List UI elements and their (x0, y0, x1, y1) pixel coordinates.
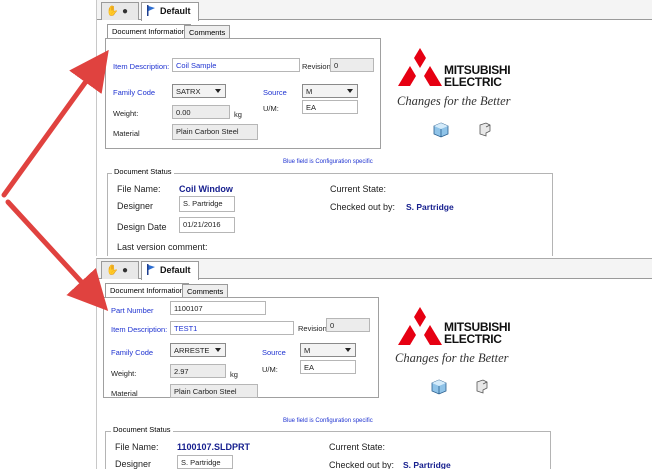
current-state-label: Current State: (329, 442, 386, 452)
material-field[interactable]: Plain Carbon Steel (172, 124, 258, 140)
tab-display-options[interactable]: ✋ ● (101, 261, 139, 279)
design-date-field[interactable]: 01/21/2016 (179, 217, 235, 233)
file-name-label: File Name: (115, 442, 159, 452)
um-label: U/M: (263, 104, 279, 113)
source-value: M (306, 87, 313, 96)
checked-out-value: S. Partridge (403, 460, 451, 469)
brand-tagline: Changes for the Better (395, 351, 509, 365)
file-name-value: Coil Window (179, 184, 233, 194)
brand-tagline: Changes for the Better (397, 94, 511, 108)
checked-out-value: S. Partridge (406, 202, 454, 212)
last-version-comment-label: Last version comment: (117, 242, 208, 252)
mitsubishi-diamonds-logo (398, 48, 442, 86)
hand-icon: ✋ (106, 265, 119, 276)
chevron-down-icon (345, 348, 351, 352)
weight-field[interactable]: 0.00 (172, 105, 230, 119)
document-status-title: Document Status (112, 167, 174, 176)
material-label: Material (113, 129, 140, 138)
revision-label: Revision: (302, 62, 333, 71)
design-date-label: Design Date (117, 222, 167, 232)
circle-icon: ● (122, 265, 129, 276)
um-field[interactable]: EA (302, 100, 358, 114)
source-value: M (304, 346, 311, 355)
bracket-part-icon[interactable] (477, 122, 493, 138)
checked-out-label: Checked out by: (329, 460, 395, 469)
bottom-property-panel: ✋ ● Default Document Information Comment… (96, 258, 652, 469)
family-code-combo[interactable]: SATRX (172, 84, 226, 98)
source-combo[interactable]: M (302, 84, 358, 98)
item-description-field[interactable]: TEST1 (170, 321, 294, 335)
revision-label: Revision: (298, 324, 329, 333)
subtab-document-information[interactable]: Document Information (105, 283, 189, 297)
top-property-panel: ✋ ● Default Document Information Comment… (96, 0, 652, 256)
material-label: Material (111, 389, 138, 398)
weight-label: Weight: (113, 109, 139, 118)
chevron-down-icon (347, 89, 353, 93)
weight-unit: kg (234, 110, 242, 119)
designer-label: Designer (117, 201, 154, 211)
brand-name-line2: ELECTRIC (444, 75, 502, 89)
bracket-part-icon[interactable] (474, 379, 490, 395)
revision-field[interactable]: 0 (326, 318, 370, 332)
subtab-document-information[interactable]: Document Information (107, 24, 191, 38)
item-description-label: Item Description: (111, 325, 168, 334)
document-status-group (105, 431, 551, 469)
source-label: Source (263, 88, 287, 97)
family-code-value: ARRESTE (174, 346, 210, 355)
config-tab-bar: ✋ ● Default (97, 259, 652, 280)
material-field[interactable]: Plain Carbon Steel (170, 384, 258, 398)
mitsubishi-diamonds-logo (398, 307, 442, 345)
designer-field[interactable]: S. Partridge (177, 455, 233, 469)
item-description-label: Item Description: (113, 62, 170, 71)
part-number-label: Part Number (111, 306, 154, 315)
document-info-group: Part Number 1100107 Item Description: TE… (103, 297, 379, 398)
file-name-value: 1100107.SLDPRT (177, 442, 251, 452)
source-label: Source (262, 348, 286, 357)
item-description-field[interactable]: Coil Sample (172, 58, 300, 72)
subtab-comments[interactable]: Comments (182, 284, 229, 297)
tab-default-label: Default (160, 265, 191, 275)
um-label: U/M: (262, 365, 278, 374)
config-flag-icon (147, 264, 155, 275)
family-code-label: Family Code (111, 348, 154, 357)
part-cube-icon[interactable] (433, 122, 449, 138)
current-state-label: Current State: (330, 184, 387, 194)
config-field-note: Blue field is Configuration specific (283, 159, 373, 165)
tab-default-label: Default (160, 6, 191, 16)
file-name-label: File Name: (117, 184, 161, 194)
arrow-to-bottom-part-number (5, 199, 109, 312)
designer-field[interactable]: S. Partridge (179, 196, 235, 212)
family-code-label: Family Code (113, 88, 156, 97)
family-code-combo[interactable]: ARRESTE (170, 343, 226, 357)
checked-out-label: Checked out by: (330, 202, 396, 212)
weight-label: Weight: (111, 369, 137, 378)
source-combo[interactable]: M (300, 343, 356, 357)
um-field[interactable]: EA (300, 360, 356, 374)
tab-display-options[interactable]: ✋ ● (101, 2, 139, 20)
arrow-to-top-item-description (1, 49, 109, 198)
subtab-comments[interactable]: Comments (184, 25, 231, 38)
document-status-title: Document Status (111, 425, 173, 434)
config-flag-icon (147, 5, 155, 16)
config-field-note: Blue field is Configuration specific (283, 418, 373, 424)
tab-default[interactable]: Default (141, 2, 199, 21)
circle-icon: ● (122, 6, 129, 17)
tab-default[interactable]: Default (141, 261, 199, 280)
weight-field[interactable]: 2.97 (170, 364, 226, 378)
revision-field[interactable]: 0 (330, 58, 374, 72)
chevron-down-icon (215, 348, 221, 352)
part-number-field[interactable]: 1100107 (170, 301, 266, 315)
config-tab-bar: ✋ ● Default (97, 0, 652, 21)
family-code-value: SATRX (176, 87, 201, 96)
weight-unit: kg (230, 370, 238, 379)
part-cube-icon[interactable] (431, 379, 447, 395)
hand-icon: ✋ (106, 6, 119, 17)
brand-name-line2: ELECTRIC (444, 332, 502, 346)
designer-label: Designer (115, 459, 152, 469)
chevron-down-icon (215, 89, 221, 93)
document-info-group: Item Description: Coil Sample Revision: … (105, 38, 381, 149)
